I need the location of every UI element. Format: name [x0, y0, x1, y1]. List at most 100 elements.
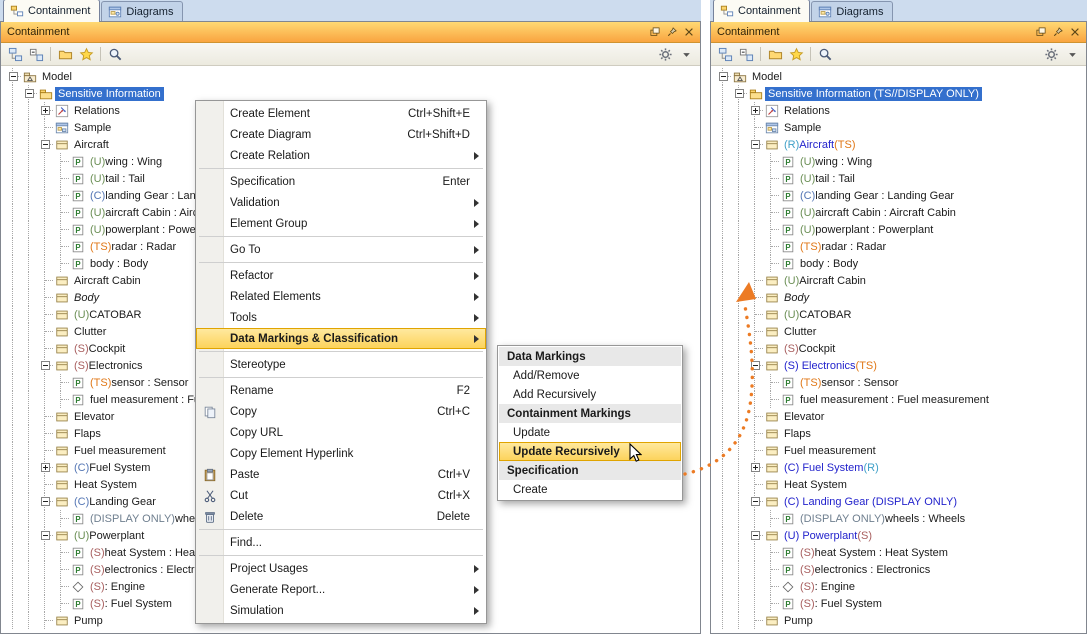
- menu-item-validation[interactable]: Validation: [196, 192, 486, 213]
- menu-item-copy-url[interactable]: Copy URL: [196, 422, 486, 443]
- tree-expander[interactable]: [747, 493, 763, 510]
- tree-item-label[interactable]: Flaps: [781, 427, 814, 441]
- menu-item-create-relation[interactable]: Create Relation: [196, 145, 486, 166]
- menu-item-find[interactable]: Find...: [196, 532, 486, 553]
- tree-expander[interactable]: [715, 68, 731, 85]
- tree-item-label[interactable]: (TS) sensor : Sensor: [797, 376, 901, 390]
- tree-item-label[interactable]: (C) landing Gear : Landing Gear: [797, 189, 957, 203]
- tree-expander[interactable]: [731, 85, 747, 102]
- menu-item-element-group[interactable]: Element Group: [196, 213, 486, 234]
- tree-item-label[interactable]: Elevator: [781, 410, 827, 424]
- collapse-box-icon[interactable]: [41, 361, 50, 370]
- tree-item-label[interactable]: Clutter: [781, 325, 819, 339]
- tree-expander[interactable]: [37, 102, 53, 119]
- tree-item-label[interactable]: (U) Powerplant (S): [781, 529, 875, 543]
- tree-item-label[interactable]: Body: [71, 291, 102, 305]
- tree-expander[interactable]: [37, 459, 53, 476]
- tree-item-label[interactable]: (TS) sensor : Sensor: [87, 376, 191, 390]
- collapse-box-icon[interactable]: [41, 531, 50, 540]
- favorites-button[interactable]: [786, 45, 806, 64]
- tree-item-label[interactable]: (U) tail : Tail: [797, 172, 858, 186]
- search-button[interactable]: [105, 45, 125, 64]
- collapse-box-icon[interactable]: [719, 72, 728, 81]
- tree-item-label[interactable]: (C) Fuel System (R): [781, 461, 882, 475]
- tree-item-label[interactable]: body : Body: [87, 257, 151, 271]
- tree-item-label[interactable]: Body: [781, 291, 812, 305]
- menu-item-project-usages[interactable]: Project Usages: [196, 558, 486, 579]
- tree-item-label[interactable]: Model: [749, 70, 785, 84]
- close-button[interactable]: [1067, 25, 1082, 39]
- favorites-button[interactable]: [76, 45, 96, 64]
- tree-item-label[interactable]: Sensitive Information (TS//DISPLAY ONLY): [765, 87, 982, 101]
- menu-item-specification[interactable]: SpecificationEnter: [196, 171, 486, 192]
- tree-item-label[interactable]: (S) : Engine: [87, 580, 148, 594]
- tree-item-label[interactable]: (S) Cockpit: [71, 342, 128, 356]
- menu-item-copy[interactable]: CopyCtrl+C: [196, 401, 486, 422]
- tree-item-label[interactable]: Fuel measurement: [781, 444, 879, 458]
- tree-expander[interactable]: [37, 493, 53, 510]
- tree-item-label[interactable]: Clutter: [71, 325, 109, 339]
- submenu-item-update-recursively[interactable]: Update Recursively: [499, 442, 681, 461]
- settings-gear-button[interactable]: [1041, 45, 1061, 64]
- menu-item-generate-report[interactable]: Generate Report...: [196, 579, 486, 600]
- tab-containment[interactable]: Containment: [713, 0, 810, 22]
- expand-box-icon[interactable]: [41, 106, 50, 115]
- tab-diagrams[interactable]: Diagrams: [811, 1, 893, 21]
- tree-item-label[interactable]: (R) Aircraft (TS): [781, 138, 859, 152]
- tree-item-label[interactable]: (U) tail : Tail: [87, 172, 148, 186]
- submenu-item-create[interactable]: Create: [499, 480, 681, 499]
- tree-item-label[interactable]: (C) Landing Gear (DISPLAY ONLY): [781, 495, 960, 509]
- tree-expander[interactable]: [5, 68, 21, 85]
- collapse-box-icon[interactable]: [751, 140, 760, 149]
- submenu-item-add-recursively[interactable]: Add Recursively: [499, 385, 681, 404]
- collapse-block-button[interactable]: [736, 45, 756, 64]
- tree-item-label[interactable]: (U) CATOBAR: [781, 308, 854, 322]
- tree-item-label[interactable]: Pump: [71, 614, 106, 628]
- tree-item-label[interactable]: (S) electronics : Electronics: [797, 563, 933, 577]
- tree-item-label[interactable]: (TS) radar : Radar: [797, 240, 889, 254]
- collapse-box-icon[interactable]: [41, 497, 50, 506]
- tree-expander[interactable]: [747, 459, 763, 476]
- tree-item-label[interactable]: body : Body: [797, 257, 861, 271]
- menu-item-paste[interactable]: PasteCtrl+V: [196, 464, 486, 485]
- tree-item-label[interactable]: (U) Aircraft Cabin: [781, 274, 869, 288]
- expand-box-icon[interactable]: [751, 463, 760, 472]
- tree-item-label[interactable]: (C) Landing Gear: [71, 495, 159, 509]
- tree-item-label[interactable]: (S) Electronics: [71, 359, 145, 373]
- tree-item-label[interactable]: (U) CATOBAR: [71, 308, 144, 322]
- tree-item-label[interactable]: (S) Cockpit: [781, 342, 838, 356]
- tree-item-label[interactable]: Heat System: [781, 478, 850, 492]
- collapse-box-icon[interactable]: [751, 361, 760, 370]
- menu-item-create-element[interactable]: Create ElementCtrl+Shift+E: [196, 103, 486, 124]
- collapse-box-icon[interactable]: [9, 72, 18, 81]
- tree-expander[interactable]: [37, 136, 53, 153]
- tree-item-label[interactable]: (U) Powerplant: [71, 529, 147, 543]
- collapse-box-icon[interactable]: [25, 89, 34, 98]
- tree-item-label[interactable]: (S) heat System : Heat System: [797, 546, 951, 560]
- tree-item-label[interactable]: Relations: [71, 104, 123, 118]
- dropdown-caret-button[interactable]: [676, 45, 696, 64]
- tree-item-label[interactable]: (S) : Fuel System: [87, 597, 175, 611]
- tree-item-label[interactable]: (TS) radar : Radar: [87, 240, 179, 254]
- tree-item-label[interactable]: Aircraft Cabin: [71, 274, 144, 288]
- tab-diagrams[interactable]: Diagrams: [101, 1, 183, 21]
- collapse-all-button[interactable]: [715, 45, 735, 64]
- menu-item-simulation[interactable]: Simulation: [196, 600, 486, 621]
- tree-item-label[interactable]: Sensitive Information: [55, 87, 164, 101]
- tree-item-label[interactable]: Elevator: [71, 410, 117, 424]
- tree-item-label[interactable]: (U) powerplant : Powerplant: [797, 223, 936, 237]
- menu-item-delete[interactable]: DeleteDelete: [196, 506, 486, 527]
- tree-item-label[interactable]: Flaps: [71, 427, 104, 441]
- expand-box-icon[interactable]: [751, 106, 760, 115]
- tree-item-label[interactable]: Heat System: [71, 478, 140, 492]
- expand-box-icon[interactable]: [41, 463, 50, 472]
- dropdown-caret-button[interactable]: [1062, 45, 1082, 64]
- tree-expander[interactable]: [747, 102, 763, 119]
- menu-item-data-markings-classification[interactable]: Data Markings & Classification: [196, 328, 486, 349]
- submenu-item-update[interactable]: Update: [499, 423, 681, 442]
- tree-item-label[interactable]: Sample: [71, 121, 114, 135]
- menu-item-stereotype[interactable]: Stereotype: [196, 354, 486, 375]
- tree-expander[interactable]: [21, 85, 37, 102]
- tree-item-label[interactable]: Relations: [781, 104, 833, 118]
- tab-containment[interactable]: Containment: [3, 0, 100, 22]
